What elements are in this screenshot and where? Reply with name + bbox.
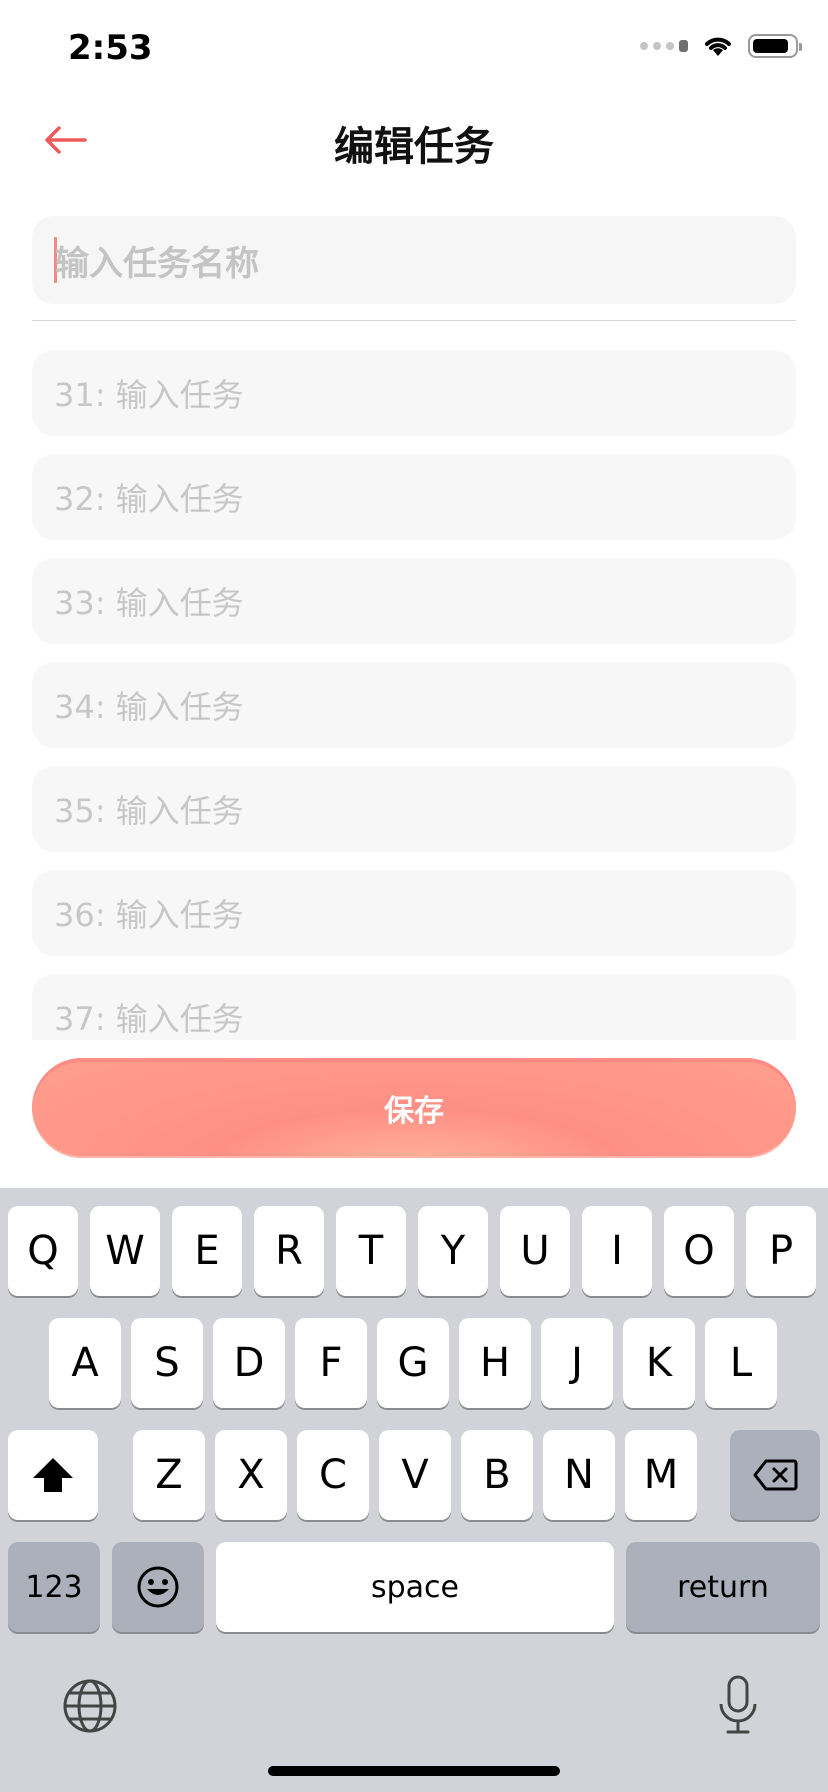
shift-key[interactable] — [8, 1430, 98, 1520]
key-y[interactable]: Y — [418, 1206, 488, 1296]
wifi-icon — [705, 37, 731, 56]
home-indicator — [268, 1766, 560, 1776]
battery-icon — [748, 34, 802, 58]
space-key[interactable]: space — [216, 1542, 614, 1632]
divider — [32, 320, 796, 321]
status-time: 2:53 — [68, 28, 153, 68]
emoji-icon — [137, 1566, 179, 1608]
signal-icon — [640, 40, 688, 52]
backspace-key[interactable] — [730, 1430, 820, 1520]
task-input-32[interactable]: 32: 输入任务 — [32, 454, 796, 540]
dictation-button[interactable] — [714, 1674, 762, 1738]
key-k[interactable]: K — [623, 1318, 695, 1408]
key-u[interactable]: U — [500, 1206, 570, 1296]
key-e[interactable]: E — [172, 1206, 242, 1296]
key-f[interactable]: F — [295, 1318, 367, 1408]
key-q[interactable]: Q — [8, 1206, 78, 1296]
shift-icon — [33, 1458, 73, 1492]
numbers-key[interactable]: 123 — [8, 1542, 100, 1632]
key-i[interactable]: I — [582, 1206, 652, 1296]
task-input-36[interactable]: 36: 输入任务 — [32, 870, 796, 956]
key-n[interactable]: N — [543, 1430, 615, 1520]
status-bar: 2:53 — [0, 0, 828, 100]
task-input-31[interactable]: 31: 输入任务 — [32, 350, 796, 436]
microphone-icon — [719, 1675, 757, 1734]
key-r[interactable]: R — [254, 1206, 324, 1296]
navigation-bar: 编辑任务 — [0, 100, 828, 180]
key-x[interactable]: X — [215, 1430, 287, 1520]
key-b[interactable]: B — [461, 1430, 533, 1520]
key-v[interactable]: V — [379, 1430, 451, 1520]
key-w[interactable]: W — [90, 1206, 160, 1296]
key-c[interactable]: C — [297, 1430, 369, 1520]
key-p[interactable]: P — [746, 1206, 816, 1296]
key-t[interactable]: T — [336, 1206, 406, 1296]
task-input-33[interactable]: 33: 输入任务 — [32, 558, 796, 644]
save-button[interactable]: 保存 — [32, 1058, 796, 1158]
key-m[interactable]: M — [625, 1430, 697, 1520]
globe-button[interactable] — [62, 1678, 118, 1734]
globe-icon — [63, 1679, 117, 1733]
key-j[interactable]: J — [541, 1318, 613, 1408]
task-name-placeholder: 输入任务名称 — [55, 243, 259, 284]
key-g[interactable]: G — [377, 1318, 449, 1408]
key-o[interactable]: O — [664, 1206, 734, 1296]
key-h[interactable]: H — [459, 1318, 531, 1408]
task-list: 31: 输入任务 32: 输入任务 33: 输入任务 34: 输入任务 35: … — [32, 350, 796, 1040]
keyboard: Q W E R T Y U I O P A S D F G H J K L Z … — [0, 1188, 828, 1792]
return-key[interactable]: return — [626, 1542, 820, 1632]
emoji-key[interactable] — [112, 1542, 204, 1632]
status-icons — [640, 34, 802, 58]
task-input-35[interactable]: 35: 输入任务 — [32, 766, 796, 852]
task-name-input[interactable]: 输入任务名称 — [32, 216, 796, 304]
page-title: 编辑任务 — [334, 124, 494, 170]
key-a[interactable]: A — [49, 1318, 121, 1408]
task-input-34[interactable]: 34: 输入任务 — [32, 662, 796, 748]
key-s[interactable]: S — [131, 1318, 203, 1408]
key-d[interactable]: D — [213, 1318, 285, 1408]
key-l[interactable]: L — [705, 1318, 777, 1408]
key-z[interactable]: Z — [133, 1430, 205, 1520]
backspace-icon — [753, 1459, 798, 1491]
task-input-37[interactable]: 37: 输入任务 — [32, 974, 796, 1040]
